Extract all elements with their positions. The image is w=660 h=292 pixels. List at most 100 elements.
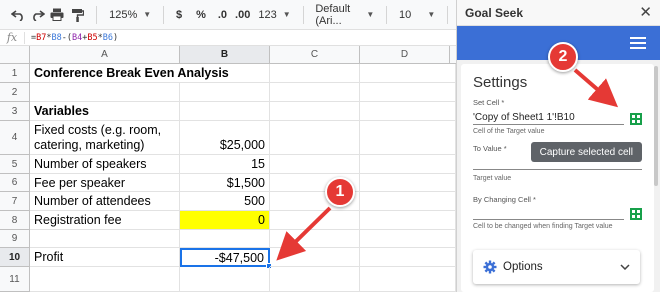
- redo-icon[interactable]: [30, 4, 47, 26]
- panel-header: Goal Seek ✕: [457, 0, 660, 26]
- set-cell-hint: Cell of the Target value: [473, 128, 545, 135]
- cell-d10[interactable]: [360, 248, 456, 267]
- row-header-9[interactable]: 9: [0, 230, 30, 248]
- cell-a8[interactable]: Registration fee: [30, 211, 180, 230]
- column-header-d[interactable]: D: [360, 46, 450, 64]
- cell-c1[interactable]: [270, 64, 360, 83]
- increase-decimal-button[interactable]: .00: [231, 4, 254, 26]
- font-select[interactable]: Default (Ari... ▼: [311, 2, 378, 27]
- cell-d2[interactable]: [360, 83, 456, 102]
- panel-title: Goal Seek: [465, 5, 524, 20]
- cell-d6[interactable]: [360, 174, 456, 192]
- row-header-8[interactable]: 8: [0, 211, 30, 230]
- currency-format-button[interactable]: $: [172, 4, 186, 26]
- column-header-b[interactable]: B: [180, 46, 270, 64]
- zoom-select[interactable]: 125% ▼: [105, 4, 155, 26]
- hamburger-menu-icon[interactable]: [630, 37, 646, 49]
- decrease-decimal-button[interactable]: .0: [214, 4, 231, 26]
- select-all-corner[interactable]: [0, 46, 30, 64]
- cell-d8[interactable]: [360, 211, 456, 230]
- cell-c8[interactable]: [270, 211, 360, 230]
- cell-b2[interactable]: [180, 83, 270, 102]
- cell-d3[interactable]: [360, 102, 456, 121]
- cell-a2[interactable]: [30, 83, 180, 102]
- cell-c4[interactable]: [270, 121, 360, 155]
- formula-ref: B8: [51, 32, 62, 43]
- cell-a5[interactable]: Number of speakers: [30, 155, 180, 174]
- cell-c9[interactable]: [270, 230, 360, 248]
- cell-b5[interactable]: 15: [180, 155, 270, 174]
- cell-a1[interactable]: Conference Break Even Analysis: [30, 64, 270, 83]
- cell-a3[interactable]: Variables: [30, 102, 180, 121]
- zoom-value: 125%: [109, 8, 138, 21]
- divider: [24, 31, 25, 44]
- cell-b11[interactable]: [180, 267, 270, 292]
- cell-b7[interactable]: 500: [180, 192, 270, 211]
- cell-a6[interactable]: Fee per speaker: [30, 174, 180, 192]
- callout-badge-2: 2: [548, 42, 578, 72]
- row-header-11[interactable]: 11: [0, 267, 30, 292]
- formula-ref: B4: [72, 32, 83, 43]
- decrease-decimal-label: .0: [217, 8, 228, 21]
- cell-b3[interactable]: [180, 102, 270, 121]
- cell-b8[interactable]: 0: [180, 211, 270, 230]
- cell-a11[interactable]: [30, 267, 180, 292]
- cell-d4[interactable]: [360, 121, 456, 155]
- gear-icon: [483, 260, 497, 274]
- cell-c3[interactable]: [270, 102, 360, 121]
- percent-format-button[interactable]: %: [192, 4, 210, 26]
- formula-ref: B6: [102, 32, 113, 43]
- font-size-select[interactable]: 10 ▼: [395, 4, 439, 26]
- callout-badge-1: 1: [325, 177, 355, 207]
- paint-format-icon[interactable]: [69, 4, 86, 26]
- cell-c5[interactable]: [270, 155, 360, 174]
- panel-scrollbar[interactable]: [654, 66, 658, 186]
- number-format-select[interactable]: 123 ▼: [254, 4, 294, 26]
- cell-c10[interactable]: [270, 248, 360, 267]
- select-range-icon[interactable]: [630, 208, 642, 220]
- cell-a10[interactable]: Profit: [30, 248, 180, 267]
- row-header-1[interactable]: 1: [0, 64, 30, 83]
- row-header-3[interactable]: 3: [0, 102, 30, 121]
- column-header-c[interactable]: C: [270, 46, 360, 64]
- row-header-5[interactable]: 5: [0, 155, 30, 174]
- print-icon[interactable]: [49, 4, 66, 26]
- settings-form: Settings Set Cell * 'Copy of Sheet1 1'!B…: [461, 64, 654, 292]
- close-icon[interactable]: ✕: [639, 5, 652, 20]
- cell-d9[interactable]: [360, 230, 456, 248]
- cell-b9[interactable]: [180, 230, 270, 248]
- formula-bar[interactable]: fx =B7*B8-(B4+B5*B6): [0, 30, 456, 46]
- cell-d5[interactable]: [360, 155, 456, 174]
- cell-b6[interactable]: $1,500: [180, 174, 270, 192]
- cell-a7[interactable]: Number of attendees: [30, 192, 180, 211]
- increase-decimal-label: .00: [235, 8, 251, 21]
- undo-icon[interactable]: [10, 4, 27, 26]
- cell-c11[interactable]: [270, 267, 360, 292]
- cell-c2[interactable]: [270, 83, 360, 102]
- row-header-6[interactable]: 6: [0, 174, 30, 192]
- to-value-label: To Value *: [473, 144, 507, 153]
- font-size-value: 10: [399, 8, 412, 21]
- options-accordion[interactable]: Options: [473, 250, 640, 284]
- formula-text[interactable]: =B7*B8-(B4+B5*B6): [31, 33, 118, 43]
- cell-b10[interactable]: -$47,500: [180, 248, 270, 267]
- cell-d1[interactable]: [360, 64, 456, 83]
- font-name: Default (Ari...: [315, 2, 351, 27]
- cell-d7[interactable]: [360, 192, 456, 211]
- capture-selected-cell-button[interactable]: Capture selected cell: [530, 142, 642, 162]
- row-header-10[interactable]: 10: [0, 248, 30, 267]
- cell-a9[interactable]: [30, 230, 180, 248]
- cell-a4[interactable]: Fixed costs (e.g. room, catering, market…: [30, 121, 180, 155]
- set-cell-input[interactable]: 'Copy of Sheet1 1'!B10: [473, 109, 624, 125]
- to-value-input[interactable]: [473, 162, 642, 170]
- cell-d11[interactable]: [360, 267, 456, 292]
- column-header-a[interactable]: A: [30, 46, 180, 64]
- formula-ref: B7: [36, 32, 47, 43]
- row-header-2[interactable]: 2: [0, 83, 30, 102]
- changing-cell-input[interactable]: [473, 204, 624, 220]
- divider: [302, 5, 304, 24]
- cell-b4[interactable]: $25,000: [180, 121, 270, 155]
- select-range-icon[interactable]: [630, 113, 642, 125]
- row-header-7[interactable]: 7: [0, 192, 30, 211]
- row-header-4[interactable]: 4: [0, 121, 30, 155]
